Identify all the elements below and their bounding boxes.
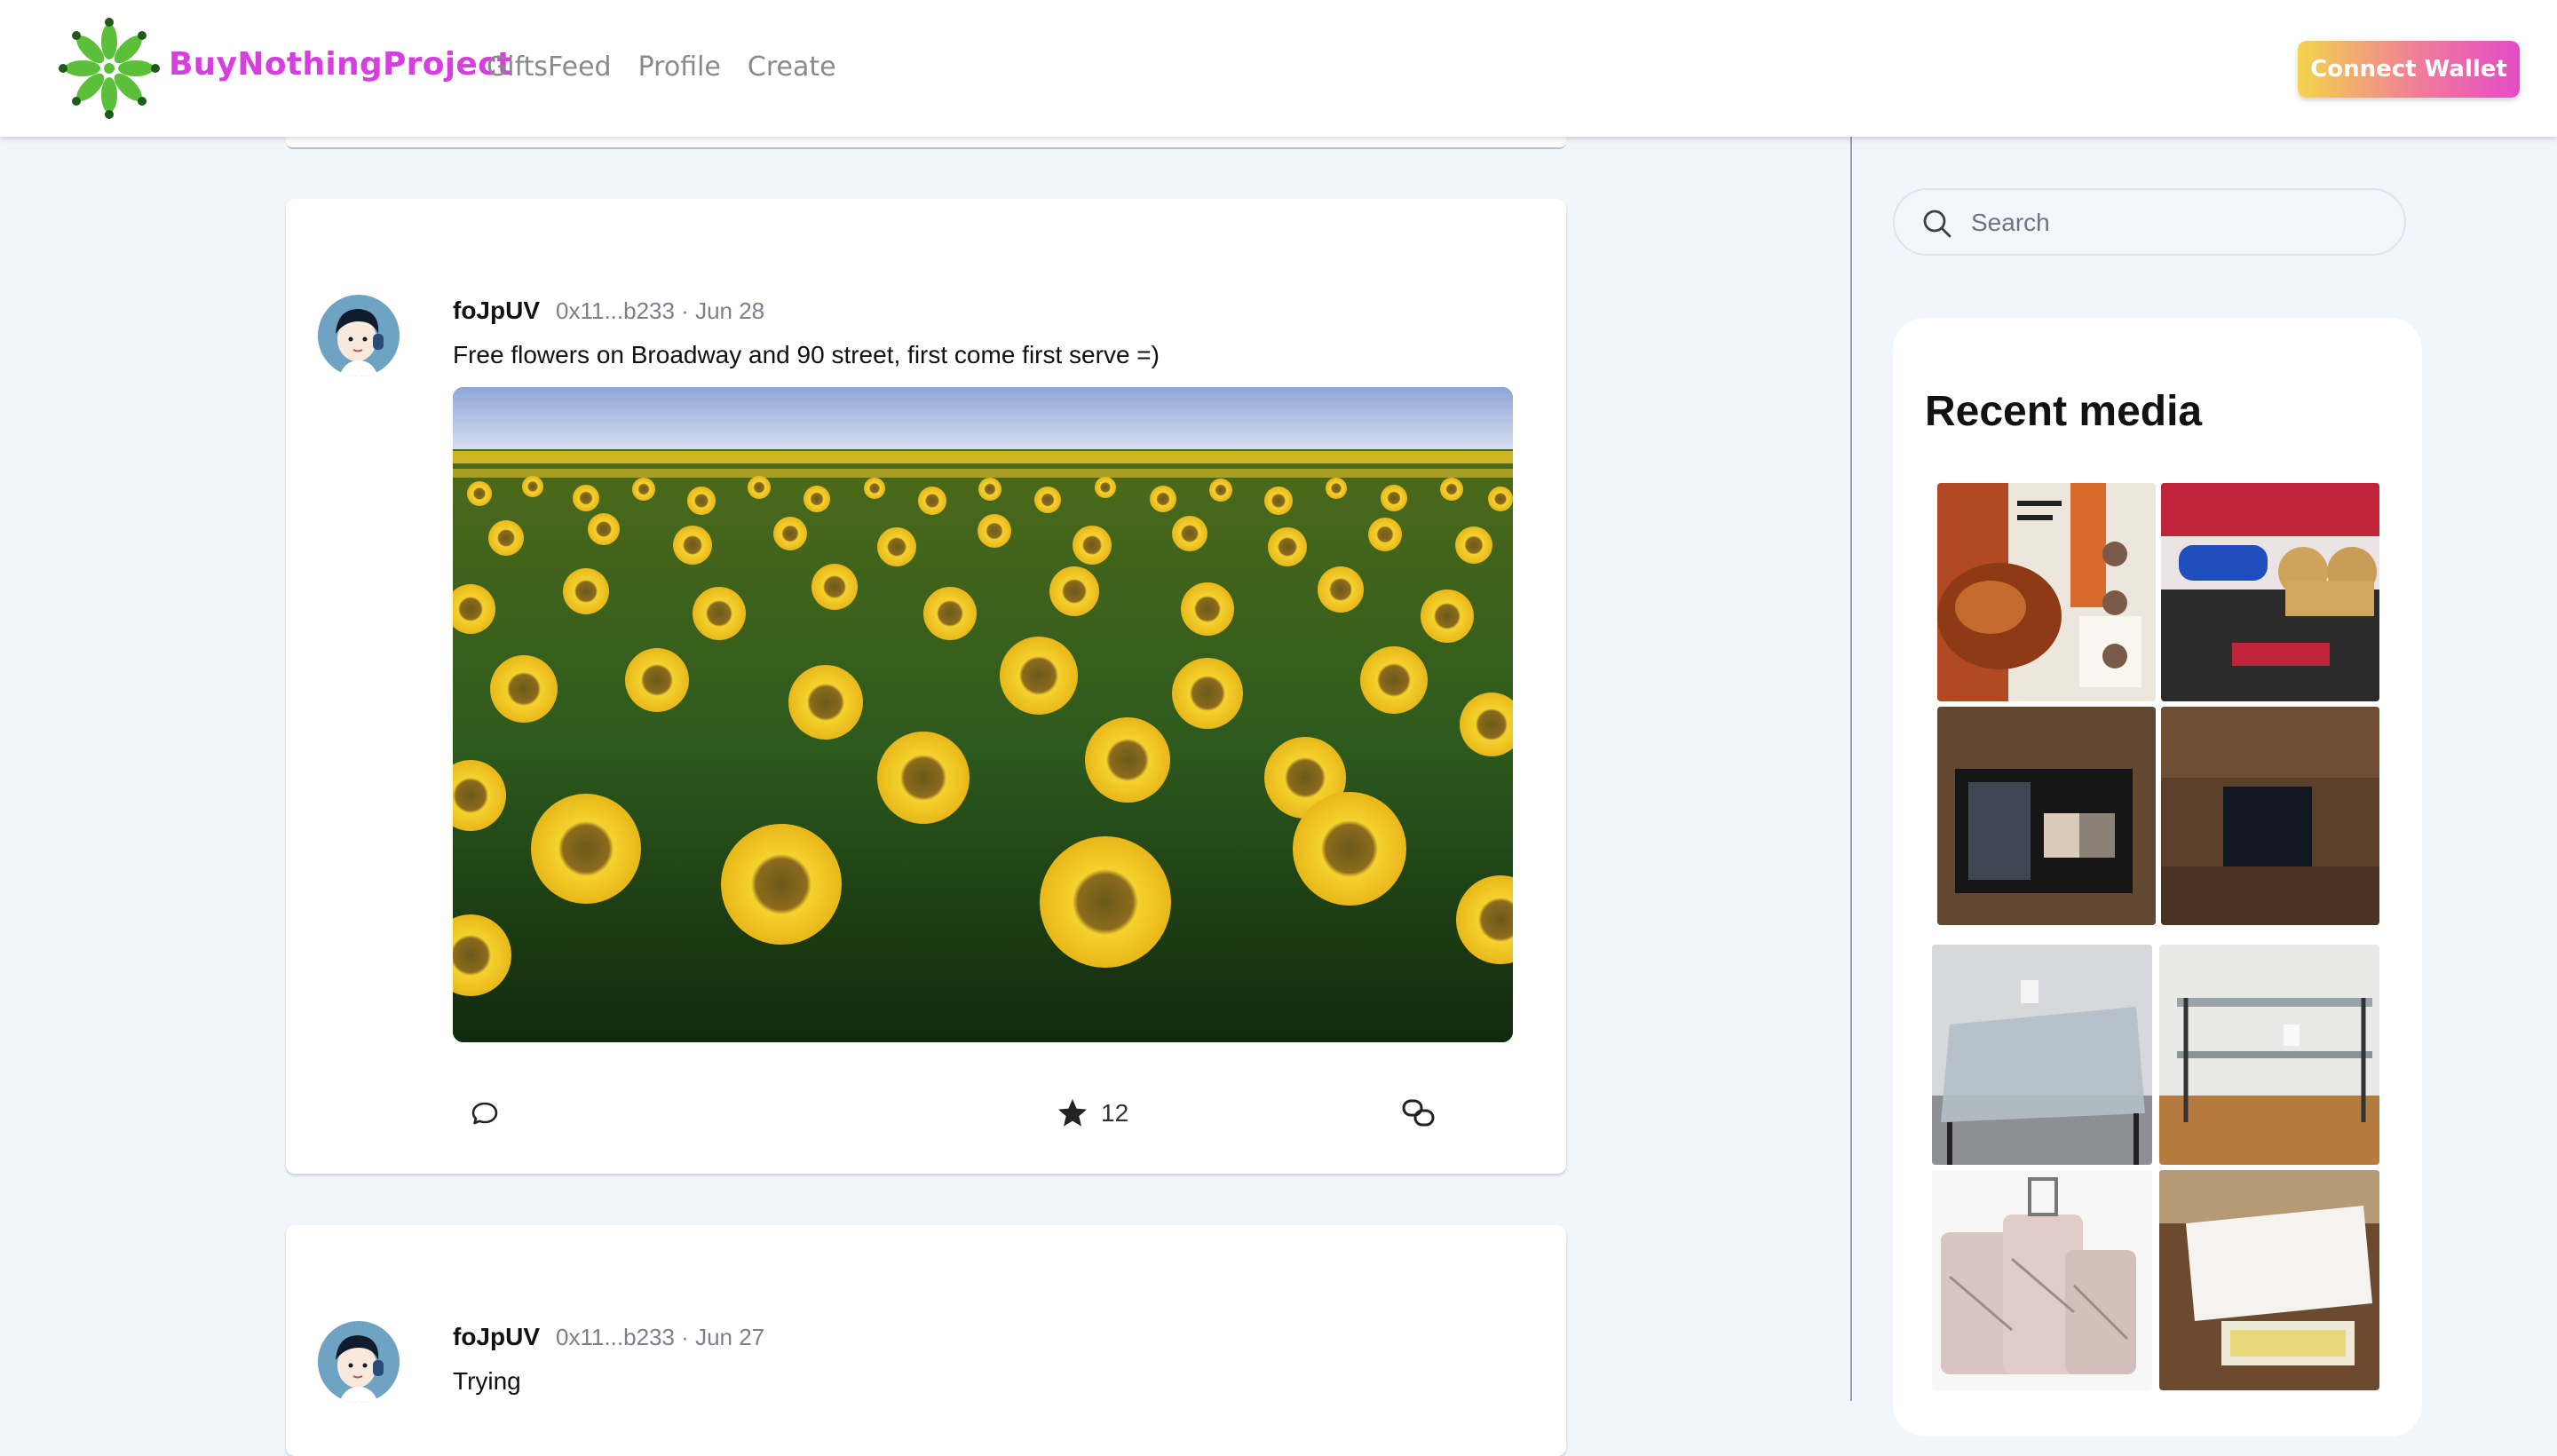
brand-name[interactable]: BuyNothingProject [169, 46, 512, 83]
like-button[interactable]: 12 [1057, 1094, 1128, 1133]
like-count: 12 [1101, 1099, 1129, 1127]
media-thumbnail[interactable] [1932, 1170, 2152, 1390]
search-icon [1921, 208, 1953, 244]
media-thumbnail[interactable] [2159, 1170, 2379, 1390]
main-nav: GiftsFeed Profile Create [487, 51, 836, 83]
search-box[interactable] [1893, 188, 2406, 256]
media-thumbnail[interactable] [1937, 707, 2156, 925]
media-thumbnail[interactable] [1932, 945, 2152, 1165]
media-thumbnail[interactable] [2161, 707, 2379, 925]
previous-post-card-edge [286, 137, 1566, 149]
mirror-button[interactable] [1401, 1094, 1437, 1133]
media-thumbnail[interactable] [2161, 483, 2379, 701]
star-icon [1058, 1099, 1087, 1127]
post-meta: foJpUV 0x11...b233 · Jun 28 [453, 297, 764, 325]
comment-button[interactable] [471, 1094, 499, 1133]
author-avatar[interactable] [318, 1321, 400, 1403]
nav-link-giftsfeed[interactable]: GiftsFeed [487, 51, 612, 83]
post-card: foJpUV 0x11...b233 · Jun 27 Trying [286, 1225, 1566, 1456]
nav-link-create[interactable]: Create [748, 51, 836, 83]
author-avatar[interactable] [318, 295, 400, 376]
search-input[interactable] [1971, 204, 2379, 241]
post-actions: 12 [453, 1094, 1513, 1133]
media-thumbnail[interactable] [1937, 483, 2156, 701]
connect-wallet-button[interactable]: Connect Wallet [2298, 41, 2520, 98]
post-handle-date: 0x11...b233 · Jun 27 [556, 1324, 765, 1350]
recent-media-panel: Recent media [1893, 318, 2422, 1436]
post-author[interactable]: foJpUV [453, 297, 540, 325]
link-chain-icon [1402, 1099, 1435, 1127]
post-image[interactable] [453, 387, 1513, 1042]
post-card: foJpUV 0x11...b233 · Jun 28 Free flowers… [286, 199, 1566, 1174]
post-text: Free flowers on Broadway and 90 street, … [453, 341, 1160, 368]
post-author[interactable]: foJpUV [453, 1323, 540, 1351]
comment-icon [471, 1102, 498, 1125]
brand-logo-icon[interactable] [59, 18, 160, 119]
post-text: Trying [453, 1367, 521, 1395]
nav-link-profile[interactable]: Profile [638, 51, 721, 83]
column-divider [1850, 137, 1852, 1401]
top-nav-bar: BuyNothingProject GiftsFeed Profile Crea… [0, 0, 2557, 137]
recent-media-title: Recent media [1925, 388, 2203, 435]
media-thumbnail[interactable] [2159, 945, 2379, 1165]
post-handle-date: 0x11...b233 · Jun 28 [556, 297, 765, 324]
post-meta: foJpUV 0x11...b233 · Jun 27 [453, 1323, 764, 1351]
